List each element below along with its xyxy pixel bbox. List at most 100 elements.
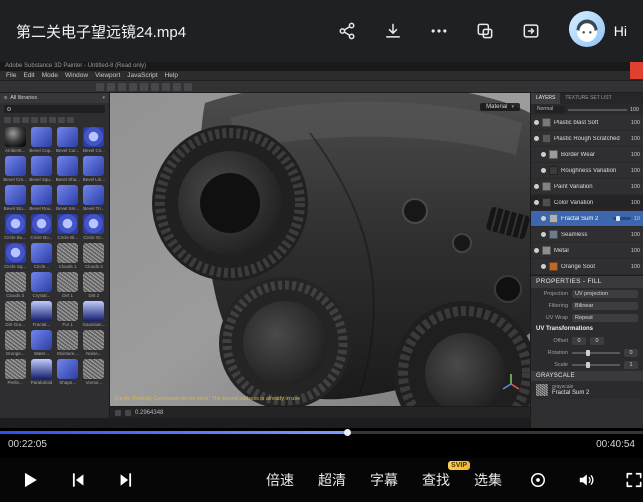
layers-panel: LAYERS TEXTURE SET LIST Normal 100 Plast…: [530, 93, 643, 428]
mini-player-icon[interactable]: [520, 20, 542, 42]
ui-icon-box: [129, 83, 137, 91]
episodes-button[interactable]: 选集: [474, 470, 502, 490]
projection-label: Projection: [536, 291, 568, 297]
screenshot-icon[interactable]: [474, 20, 496, 42]
progress-zone: 00:22:05 00:40:54: [0, 428, 643, 458]
asset-item: Circle Bu...: [3, 214, 27, 240]
asset-swatch: [57, 330, 78, 350]
asset-label: Bevel Sha...: [56, 177, 80, 182]
layer-opacity-value: 100: [631, 184, 640, 190]
asset-label: Bevel Sm...: [56, 206, 79, 211]
visibility-eye-icon: [541, 264, 546, 269]
chevron-down-icon: ▾: [511, 104, 514, 110]
layer-thumbnail: [542, 134, 551, 143]
asset-label: Circle...: [34, 264, 49, 269]
asset-label: Vornoi...: [86, 380, 103, 385]
offset-label: Offset: [536, 338, 568, 344]
asset-label: Ambient...: [5, 148, 25, 153]
layer-name: Plastic Rough Scratched: [554, 136, 628, 142]
share-icon[interactable]: [336, 20, 358, 42]
grayscale-thumbnail: [536, 384, 548, 396]
layer-row: Paint Variation100: [531, 179, 643, 195]
video-surface[interactable]: Adobe Substance 3D Painter - Untitled-8 …: [0, 62, 643, 428]
next-episode-button[interactable]: [114, 468, 138, 492]
uv-wrap-label: UV Wrap: [536, 315, 568, 321]
more-options-icon[interactable]: [428, 20, 450, 42]
layer-thumbnail: [542, 118, 551, 127]
playback-speed-button[interactable]: 倍速: [266, 470, 294, 490]
download-icon[interactable]: [382, 20, 404, 42]
ui-icon-box: [115, 410, 121, 416]
layer-opacity-value: 100: [631, 152, 640, 158]
layer-row: Plastic Rough Scratched100: [531, 131, 643, 147]
layer-thumbnail: [549, 150, 558, 159]
scale-label: Scale: [536, 362, 568, 368]
asset-label: Clouds 3: [6, 293, 24, 298]
asset-item: Dirt 2: [82, 272, 106, 298]
visibility-eye-icon: [541, 232, 546, 237]
layer-opacity-value: 100: [631, 200, 640, 206]
asset-label: Grunge...: [6, 351, 25, 356]
asset-label: Shape...: [59, 380, 76, 385]
material-mode-label: Material: [486, 104, 507, 110]
subtitles-button[interactable]: 字幕: [370, 470, 398, 490]
offset-x-field: 0: [572, 337, 586, 345]
filtering-row: Filtering Bilinear: [531, 300, 643, 312]
assets-filter-row: [0, 115, 109, 124]
menu-edit: Edit: [23, 71, 34, 80]
asset-item: Circle...: [29, 243, 53, 269]
red-indicator: [630, 62, 643, 79]
asset-item: Ambient...: [3, 127, 27, 153]
asset-swatch: [5, 301, 26, 321]
search-in-video-button[interactable]: 查找 SVIP: [422, 470, 450, 490]
layer-thumbnail: [549, 166, 558, 175]
progress-bar[interactable]: [0, 431, 643, 434]
asset-item: Paraboloid: [29, 359, 53, 385]
properties-panel: PROPERTIES - FILL Projection UV projecti…: [531, 275, 643, 399]
asset-label: Dirt 2: [88, 293, 99, 298]
ui-icon-box: [31, 117, 38, 123]
asset-item: Gaussian...: [82, 301, 106, 327]
layer-row: Roughness Variation100: [531, 163, 643, 179]
asset-swatch: [57, 243, 78, 263]
account-button[interactable]: Hi: [568, 10, 627, 53]
frame-counter: 0.2964348: [135, 410, 163, 416]
asset-item: Circle Gr...: [82, 214, 106, 240]
layer-opacity-slider: [613, 217, 631, 220]
asset-label: Fur 1: [62, 322, 73, 327]
uv-wrap-row: UV Wrap Repeat: [531, 312, 643, 324]
app-titlebar: Adobe Substance 3D Painter - Untitled-8 …: [0, 62, 643, 71]
rotation-row: Rotation 0: [531, 347, 643, 359]
asset-swatch: [57, 272, 78, 292]
layer-row: Border Wear100: [531, 147, 643, 163]
layer-row: Orange Soot100: [531, 259, 643, 275]
asset-label: Noise...: [86, 351, 101, 356]
asset-label: Bevel Lin...: [83, 177, 105, 182]
visibility-eye-icon: [541, 168, 546, 173]
layer-name: Color Variation: [554, 200, 628, 206]
rotation-value: 0: [624, 349, 638, 357]
quality-button[interactable]: 超清: [318, 470, 346, 490]
volume-icon[interactable]: [574, 468, 598, 492]
layer-thumbnail: [542, 198, 551, 207]
asset-label: Circle Bo...: [30, 235, 52, 240]
layer-name: Plastic blast Soft: [554, 120, 628, 126]
layer-thumbnail: [542, 182, 551, 191]
layer-list: Plastic blast Soft100Plastic Rough Scrat…: [531, 115, 643, 275]
svip-badge: SVIP: [448, 461, 470, 470]
fullscreen-icon[interactable]: [622, 468, 643, 492]
layer-opacity-value: 100: [631, 136, 640, 142]
asset-item: Bevel Lin...: [82, 156, 106, 182]
library-label: All libraries: [10, 95, 37, 101]
menu-viewport: Viewport: [95, 71, 120, 80]
properties-title: PROPERTIES - FILL: [531, 276, 643, 288]
rotation-slider-knob: [586, 350, 590, 356]
progress-thumb[interactable]: [344, 429, 351, 436]
asset-swatch: [83, 214, 104, 234]
asset-swatch: [83, 156, 104, 176]
record-icon[interactable]: [526, 468, 550, 492]
previous-episode-button[interactable]: [66, 468, 90, 492]
grayscale-row: grayscale Fractal Sum 2: [531, 381, 643, 399]
play-button[interactable]: [18, 468, 42, 492]
asset-label: Circle Bu...: [4, 235, 26, 240]
